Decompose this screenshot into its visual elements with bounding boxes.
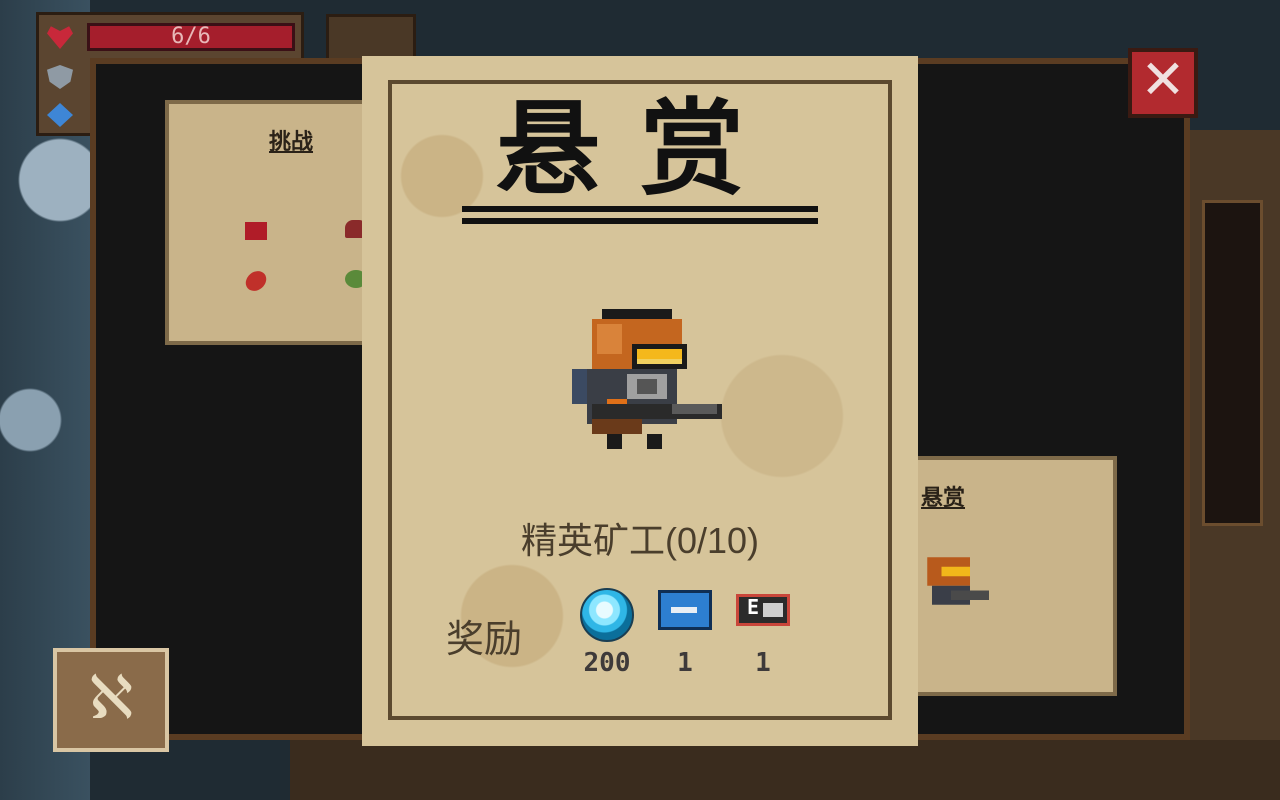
reward-blueprint-count: 1: [677, 648, 693, 678]
energy-row: [47, 101, 73, 129]
reward-card: 1: [728, 588, 798, 678]
title-underline: [462, 206, 818, 212]
bounty-poster-small-title: 悬赏: [921, 486, 966, 511]
poster-title: 悬赏: [495, 88, 784, 210]
armor-row: [47, 63, 73, 91]
reward-gems-count: 200: [583, 648, 631, 678]
reward-blueprint: 1: [650, 588, 720, 678]
energy-gem-icon: [47, 103, 73, 127]
bounty-poster-small[interactable]: 悬赏: [905, 456, 1117, 696]
reward-gems: 200: [572, 588, 642, 678]
card-icon: [736, 594, 790, 626]
heart-icon: [47, 26, 73, 49]
hp-row: [47, 23, 73, 51]
gem-icon: [580, 588, 634, 642]
reward-label: 奖励: [446, 619, 523, 661]
bullet-icon: [241, 267, 271, 295]
miner-small-icon: [927, 557, 989, 605]
hp-bar: 6/6: [87, 23, 295, 51]
bounty-target-name: 精英矿工(0/10): [520, 520, 760, 561]
challenge-poster-title: 挑战: [269, 130, 314, 155]
weapon-blueprint-icon: [658, 590, 712, 630]
doorway: [1202, 200, 1263, 526]
reward-card-count: 1: [755, 648, 771, 678]
title-underline-2: [462, 218, 818, 224]
challenge-poster[interactable]: 挑战: [165, 100, 375, 345]
red-armor-icon: [245, 222, 267, 240]
tavern-floor: [290, 740, 1280, 800]
scroll-menu-button[interactable]: ℵ: [53, 648, 169, 752]
tavern-wall: [1190, 130, 1280, 740]
elite-miner-sprite: [572, 309, 722, 449]
shield-icon: [47, 65, 73, 89]
bounty-poster: 悬赏 精英矿工(0/10) 奖励 200 1 1: [362, 56, 918, 746]
close-button[interactable]: ✕: [1128, 48, 1198, 118]
